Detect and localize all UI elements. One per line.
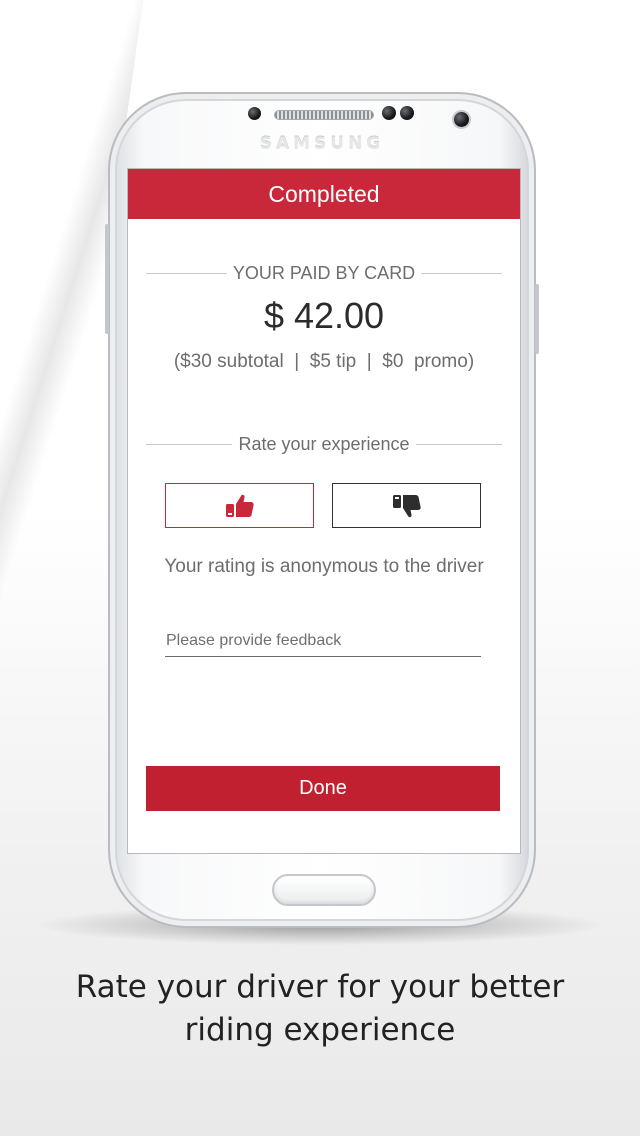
divider-line (146, 444, 233, 445)
app-screen: Completed YOUR PAID BY CARD $ 42.00 ($30… (127, 168, 521, 854)
payment-breakdown: ($30 subtotal | $5 tip | $0 promo) (173, 351, 475, 372)
rating-section-header: Rate your experience (146, 434, 503, 455)
device-brand: SAMSUNG (259, 134, 385, 154)
promo-caption: Rate your driver for your better riding … (0, 966, 640, 1052)
power-button (535, 284, 539, 354)
proximity-sensor-icon (248, 107, 261, 120)
phone-frame: SAMSUNG Completed YOUR PAID BY CARD $ 42… (105, 92, 539, 928)
rating-section-label: Rate your experience (238, 434, 410, 454)
home-button (272, 874, 376, 906)
payment-section-header: YOUR PAID BY CARD (146, 263, 502, 284)
payment-amount: $ 42.00 (263, 295, 385, 336)
thumbs-down-icon (392, 494, 421, 517)
volume-button (105, 224, 109, 334)
caption-line-1: Rate your driver for your better (75, 969, 565, 1005)
feedback-input[interactable] (165, 625, 481, 657)
done-button[interactable]: Done (146, 766, 500, 811)
thumbs-up-icon (225, 494, 254, 517)
sensor-icon (382, 106, 396, 120)
caption-line-2: riding experience (184, 1012, 456, 1048)
payment-section-label: YOUR PAID BY CARD (232, 263, 416, 283)
front-camera-icon (454, 112, 469, 127)
thumbs-down-button[interactable] (332, 483, 481, 528)
sensor-icon (400, 106, 414, 120)
page-title: Completed (268, 180, 380, 207)
header-bar: Completed (128, 169, 520, 219)
divider-line (146, 273, 227, 274)
divider-line (421, 273, 502, 274)
earpiece-speaker (274, 110, 374, 120)
thumbs-up-button[interactable] (165, 483, 314, 528)
anonymous-note: Your rating is anonymous to the driver (164, 556, 484, 577)
divider-line (415, 444, 503, 445)
